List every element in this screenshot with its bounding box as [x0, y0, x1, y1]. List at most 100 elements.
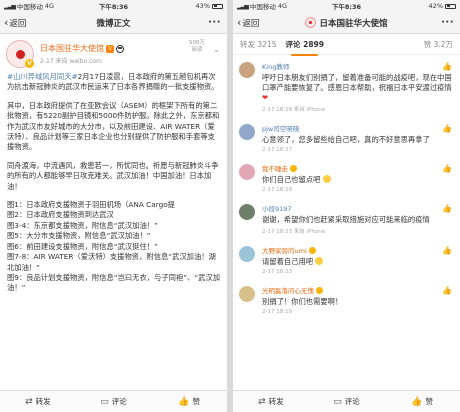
comment-text-body: 呼吁日本朋友们别捐了，留着准备可能的战疫吧，现在中国口罩产能要恢复了。感恩日本帮… [262, 73, 452, 92]
page-title: 日本国驻华大使馆 [233, 17, 460, 29]
comment-time: 2-17 18:23 [262, 269, 293, 275]
comment-text-body: 你们自己也留点吧 [262, 175, 321, 184]
comment-button[interactable]: ▭ 评论 [76, 391, 152, 412]
avatar[interactable] [239, 246, 255, 262]
read-count: 506万 阅读 [189, 40, 205, 54]
comment-item[interactable]: 大野家旁的umi 请留着自己用吧 2-17 18:23 👍 [233, 239, 460, 279]
post-header: V 日本国驻华大使馆 V 2-17 来自 weibo.com 506万 阅读 ⌄ [0, 34, 227, 70]
status-bar: ▂▃▅ 中国移动 4G 下午8:36 42% [233, 0, 460, 12]
nav-bar: ‹ 返回 微博正文 ··· [0, 12, 227, 34]
comment-text: 你们自己也留点吧 [262, 175, 454, 185]
tab-repost[interactable]: 转发 3215 [240, 39, 276, 50]
comment-icon: ▭ [100, 396, 109, 407]
back-label: 返回 [242, 18, 260, 29]
back-button[interactable]: ‹ 返回 [0, 17, 26, 29]
comment-item[interactable]: 小段9197 谢谢，希望你们也赶紧采取措施对应可能来临的疫情 2-17 18:2… [233, 197, 460, 239]
battery-icon [445, 3, 456, 9]
like-button[interactable]: 👍 赞 [151, 391, 227, 412]
battery-icon [212, 3, 223, 9]
tab-comments[interactable]: 评论 2899 [285, 39, 324, 56]
repost-button[interactable]: ⇄ 转发 [233, 391, 309, 412]
badge-icon [290, 164, 297, 172]
chevron-left-icon: ‹ [4, 16, 9, 29]
comment-item[interactable]: King教师 呼吁日本朋友们别捐了，留着准备可能的战疫吧，现在中国口罩产能要恢复… [233, 55, 460, 117]
avatar[interactable] [239, 204, 255, 220]
commenter-name[interactable]: 我不睡走 [262, 163, 454, 173]
repost-button[interactable]: ⇄ 转发 [0, 391, 76, 412]
comment-tabs: 转发 3215 评论 2899 赞 3.2万 [233, 34, 460, 56]
panda-icon [116, 44, 124, 53]
comment-item[interactable]: pjw司空晓晓 心意领了，您多留些给自己吧，真的不好意思再拿了 2-17 18:… [233, 117, 460, 157]
commenter-name[interactable]: King教师 [262, 61, 454, 71]
avatar[interactable] [239, 62, 255, 78]
like-button[interactable]: 👍 赞 [384, 391, 460, 412]
comment-item[interactable]: 光明磊落问心无愧 别捐了！你们也需要啊！ 2-17 18:19 👍 [233, 279, 460, 319]
thumbs-up-icon[interactable]: 👍 [442, 286, 452, 295]
more-button[interactable]: ··· [441, 17, 460, 28]
thumbs-up-icon[interactable]: 👍 [442, 204, 452, 213]
thumbs-up-icon[interactable]: 👍 [442, 124, 452, 133]
verified-icon: V [25, 59, 34, 68]
nav-bar: ‹ 返回 日本国驻华大使馆 ··· [233, 12, 460, 34]
heart-icon: ❤ [262, 93, 269, 102]
emoji-icon [322, 175, 331, 183]
author-name[interactable]: 日本国驻华大使馆 [40, 43, 104, 54]
comment-text: 心意领了，您多留些给自己吧，真的不好意思再拿了 [262, 135, 430, 144]
thumbs-up-icon: 👍 [178, 396, 190, 407]
post-body: #山川异域风月同天#2月17日凌晨，日本政府的第五趟包机再次为抗击新冠肺炎的武汉… [0, 70, 227, 294]
comment-label: 评论 [111, 397, 127, 406]
commenter-name[interactable]: pjw司空晓晓 [262, 123, 454, 133]
commenter-name-text: 大野家旁的umi [262, 247, 307, 255]
left-screen: ▂▃▅ 中国移动 4G 下午8:36 43% ‹ 返回 微博正文 ··· V 日本国驻… [0, 0, 227, 412]
tab-likes[interactable]: 赞 3.2万 [424, 39, 453, 50]
caption-line: 图3-4：东京都支援物资，附信息“武汉加油！” [7, 220, 158, 230]
commenter-name-text: 我不睡走 [262, 165, 288, 173]
commenter-name[interactable]: 大野家旁的umi [262, 245, 454, 255]
avatar[interactable]: V [6, 40, 34, 68]
avatar[interactable] [239, 286, 255, 302]
comment-button[interactable]: ▭ 评论 [309, 391, 385, 412]
comment-time: 2-17 18:18 [262, 187, 293, 193]
action-bar: ⇄ 转发 ▭ 评论 👍 赞 [233, 390, 460, 412]
caption-line: 图5：大分市支援物资，附信息“武汉加油！” [7, 231, 151, 241]
caption-line: 图7-8：AIR WATER（爱沃特）支援物资，附信息“武汉加油！湖北加油！” [7, 252, 216, 272]
comment-time: 2-17 18:18 来自 iPhone [262, 107, 326, 113]
comment-item[interactable]: 我不睡走 你们自己也留点吧 2-17 18:18 👍 [233, 157, 460, 197]
commenter-name-text: King教师 [262, 63, 290, 71]
like-label: 赞 [192, 397, 201, 406]
page-title: 微博正文 [96, 18, 131, 29]
comment-text: 请留着自己用吧 [262, 257, 454, 267]
commenter-name[interactable]: 光明磊落问心无愧 [262, 285, 454, 295]
thumbs-up-icon[interactable]: 👍 [442, 62, 452, 71]
repost-icon: ⇄ [25, 396, 33, 407]
back-button[interactable]: ‹ 返回 [233, 17, 259, 29]
post-paragraph-3: 同舟渡海，中流遇风，救患若一，所忧同也。祈愿与新冠肺炎斗争的所有的人都能够早日攻… [7, 160, 219, 191]
comment-icon: ▭ [333, 396, 342, 407]
avatar[interactable] [239, 164, 255, 180]
commenter-name-text: pjw司空晓晓 [262, 125, 300, 133]
commenter-name-text: 小段9197 [262, 205, 292, 213]
badge-icon [308, 246, 316, 254]
commenter-name-text: 光明磊落问心无愧 [262, 287, 314, 295]
comment-list: King教师 呼吁日本朋友们别捐了，留着准备可能的战疫吧，现在中国口罩产能要恢复… [233, 55, 460, 319]
caption-line: 图9：良品计划支援物资，附信息“岂曰无衣，与子同袍”、“武汉加油！” [7, 272, 220, 293]
post-time: 2-17 来自 weibo.com [40, 58, 102, 65]
chevron-down-icon[interactable]: ⌄ [213, 45, 220, 54]
thumbs-up-icon[interactable]: 👍 [442, 246, 452, 255]
comment-time: 2-17 18:27 [262, 147, 293, 153]
caption-line: 图1：日本政府支援物资于羽田机场（ANA Cargo提 [7, 200, 175, 210]
thumbs-up-icon: 👍 [411, 396, 423, 407]
commenter-name[interactable]: 小段9197 [262, 203, 454, 213]
clock: 下午8:36 [98, 3, 129, 11]
badge-icon [316, 286, 323, 294]
action-bar: ⇄ 转发 ▭ 评论 👍 赞 [0, 390, 227, 412]
emoji-icon [315, 257, 324, 265]
repost-icon: ⇄ [258, 396, 266, 407]
image-captions: 图1：日本政府支援物资于羽田机场（ANA Cargo提 图2：日本政府支援物资到… [7, 200, 220, 294]
hashtag-link[interactable]: #山川异域风月同天# [7, 72, 78, 81]
comment-text: 呼吁日本朋友们别捐了，留着准备可能的战疫吧，现在中国口罩产能要恢复了。感恩日本帮… [262, 73, 454, 103]
more-button[interactable]: ··· [208, 17, 227, 28]
thumbs-up-icon[interactable]: 👍 [442, 164, 452, 173]
avatar[interactable] [239, 124, 255, 140]
comment-time: 2-17 18:23 来自 iPhone [262, 229, 326, 235]
